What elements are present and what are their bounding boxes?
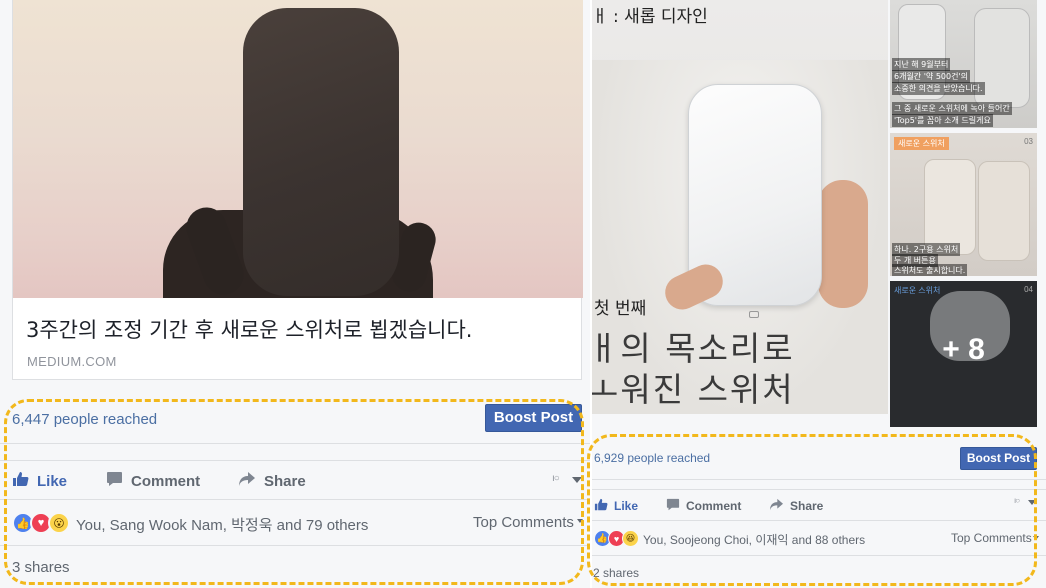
- thumb2-device-a: [924, 159, 976, 255]
- speech-bubble-icon: [666, 498, 680, 514]
- wow-reaction-icon: 😮: [48, 512, 70, 534]
- left-action-bar: Like Comment Share ı○: [0, 460, 590, 500]
- share-arrow-icon: [238, 471, 256, 491]
- photo-title-text: ㅐ : 새롭 디자인: [592, 7, 708, 27]
- thumb2-number: 03: [1024, 137, 1033, 146]
- left-reach-row: 6,447 people reached Boost Post: [0, 396, 590, 444]
- thumb1-line-6: 'Top5'를 꼽아 소개 드릴게요: [892, 114, 993, 127]
- thumb3-tag: 새로운 스위처: [894, 286, 941, 295]
- comment-button[interactable]: Comment: [106, 471, 200, 491]
- haha-reaction-icon: 😆: [622, 530, 639, 547]
- privacy-globe-icon[interactable]: ı○: [1014, 496, 1020, 505]
- photo-sub-text: 첫 번째: [594, 299, 647, 319]
- reactions-summary[interactable]: You, Soojeong Choi, 이재익 and 88 others: [643, 531, 865, 548]
- right-post: ㅐ : 새롭 디자인 첫 번째 ㅐ의 목소리로 ㅗ워진 스위처 지난 해 9월부…: [592, 0, 1046, 588]
- share-button[interactable]: Share: [769, 498, 823, 514]
- device-logo-mark: [749, 311, 759, 318]
- photo-big-text-2: ㅗ워진 스위처: [592, 370, 795, 409]
- like-button[interactable]: Like: [12, 471, 67, 491]
- top-comments-caret-icon[interactable]: [1033, 536, 1039, 540]
- comment-label: Comment: [131, 472, 201, 490]
- share-arrow-icon: [769, 498, 784, 514]
- top-comments-dropdown[interactable]: Top Comments: [473, 514, 574, 531]
- left-link-photo[interactable]: [13, 0, 583, 298]
- shares-count[interactable]: 3 shares: [12, 559, 70, 576]
- share-label: Share: [790, 499, 824, 513]
- comment-label: Comment: [686, 499, 742, 513]
- top-comments-caret-icon[interactable]: [577, 519, 583, 523]
- thumb2-tag: 새로운 스위처: [894, 137, 949, 150]
- thumb2-line-3: 스위처도 출시합니다.: [892, 264, 968, 276]
- photo-thumbnail-2[interactable]: 새로운 스위처 03 하나. 2구용 스위처 두 개 버튼용 스위처도 출시합니…: [890, 133, 1037, 276]
- link-title[interactable]: 3주간의 조정 기간 후 새로운 스위처로 뵙겠습니다.: [26, 314, 473, 344]
- top-comments-dropdown[interactable]: Top Comments: [951, 531, 1032, 545]
- people-reached[interactable]: 6,447 people reached: [12, 411, 157, 428]
- more-photos-count[interactable]: + 8: [890, 333, 1037, 367]
- shares-count[interactable]: 2 shares: [593, 566, 639, 580]
- comment-button[interactable]: Comment: [666, 498, 741, 514]
- caret-down-icon[interactable]: [1028, 500, 1036, 505]
- like-label: Like: [37, 472, 68, 490]
- left-link-card[interactable]: 3주간의 조정 기간 후 새로운 스위처로 뵙겠습니다. MEDIUM.COM: [12, 0, 583, 380]
- photo-thumbnail-1[interactable]: 지난 해 9월부터 6개월간 '약 500건'의 소중한 의견을 받았습니다. …: [890, 0, 1037, 128]
- boost-post-button[interactable]: Boost Post: [485, 404, 582, 432]
- thumb1-line-3: 소중한 의견을 받았습니다.: [892, 82, 985, 95]
- thumb2-device-b: [978, 161, 1030, 261]
- link-source: MEDIUM.COM: [27, 354, 117, 369]
- thumbs-up-icon: [12, 471, 29, 491]
- privacy-globe-icon[interactable]: ı○: [552, 473, 560, 484]
- like-label: Like: [614, 499, 639, 513]
- boost-post-button[interactable]: Boost Post: [960, 447, 1037, 470]
- right-reactions-row: 👍 ♥ 😆 You, Soojeong Choi, 이재익 and 88 oth…: [592, 522, 1046, 556]
- right-action-bar: Like Comment Share ı○: [592, 489, 1046, 521]
- caret-down-icon[interactable]: [572, 477, 582, 483]
- share-label: Share: [264, 472, 306, 490]
- hand-fingers-shape: [818, 180, 868, 308]
- like-button[interactable]: Like: [594, 498, 638, 514]
- share-button[interactable]: Share: [238, 471, 306, 491]
- people-reached[interactable]: 6,929 people reached: [594, 451, 710, 465]
- speech-bubble-icon: [106, 471, 123, 491]
- photo-thumbnail-more[interactable]: 새로운 스위처 04 + 8: [890, 281, 1037, 427]
- thumb3-number: 04: [1024, 285, 1033, 294]
- reactions-summary[interactable]: You, Sang Wook Nam, 박정욱 and 79 others: [76, 514, 368, 535]
- dark-switcher-device: [243, 8, 399, 296]
- right-main-photo[interactable]: ㅐ : 새롭 디자인 첫 번째 ㅐ의 목소리로 ㅗ워진 스위처: [592, 0, 888, 414]
- left-post: 3주간의 조정 기간 후 새로운 스위처로 뵙겠습니다. MEDIUM.COM …: [0, 0, 590, 588]
- left-reactions-row: 👍 ♥ 😮 You, Sang Wook Nam, 박정욱 and 79 oth…: [0, 501, 590, 546]
- right-reach-row: 6,929 people reached Boost Post: [592, 440, 1046, 480]
- thumbs-up-icon: [594, 498, 608, 514]
